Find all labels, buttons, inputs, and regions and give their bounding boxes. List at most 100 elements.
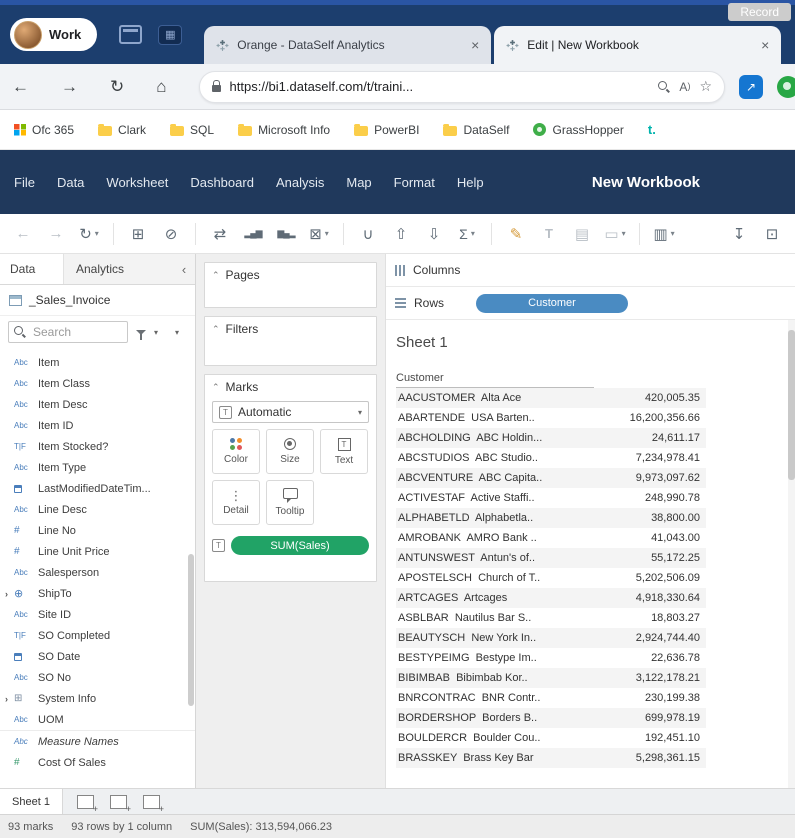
browser-tab-edit-workbook[interactable]: Edit | New Workbook [494, 26, 781, 64]
split-screen-icon[interactable] [739, 75, 763, 99]
download-icon[interactable] [726, 221, 752, 247]
field-item[interactable]: SO Date [0, 646, 195, 667]
highlight-icon[interactable] [503, 221, 529, 247]
workspaces-icon[interactable] [119, 25, 142, 44]
table-row[interactable]: BIBIMBAB Bibimbab Kor.. 3,122,178.21 [396, 668, 706, 688]
bookmark-item[interactable]: PowerBI [354, 123, 419, 137]
browser-tab-dataself[interactable]: Orange - DataSelf Analytics [204, 26, 491, 64]
refresh-icon[interactable]: ↻ [110, 78, 124, 95]
customer-cell[interactable]: ANTUNSWEST Antun's of.. [396, 552, 594, 564]
table-row[interactable]: ACTIVESTAF Active Staffi.. 248,990.78 [396, 488, 706, 508]
value-cell[interactable]: 699,978.19 [594, 712, 704, 724]
tab-data[interactable]: Data [0, 254, 64, 284]
pages-card[interactable]: Pages [204, 262, 377, 308]
table-row[interactable]: ABCVENTURE ABC Capita.. 9,973,097.62 [396, 468, 706, 488]
close-icon[interactable] [757, 37, 773, 53]
value-cell[interactable]: 4,918,330.64 [594, 592, 704, 604]
value-cell[interactable]: 22,636.78 [594, 652, 704, 664]
new-story-icon[interactable] [143, 795, 160, 809]
address-bar[interactable]: https://bi1.dataself.com/t/traini... [199, 71, 725, 103]
customer-cell[interactable]: BOULDERCR Boulder Cou.. [396, 732, 594, 744]
field-item[interactable]: Item Class [0, 373, 195, 394]
back-icon[interactable]: ← [12, 78, 29, 95]
value-cell[interactable]: 420,005.35 [594, 392, 704, 404]
lock-icon[interactable] [212, 85, 221, 92]
customer-cell[interactable]: BEAUTYSCH New York In.. [396, 632, 594, 644]
bookmark-item[interactable]: SQL [170, 123, 214, 137]
value-cell[interactable]: 7,234,978.41 [594, 452, 704, 464]
value-cell[interactable]: 248,990.78 [594, 492, 704, 504]
table-row[interactable]: BEAUTYSCH New York In.. 2,924,744.40 [396, 628, 706, 648]
rows-shelf[interactable]: Rows Customer [386, 287, 795, 320]
field-search-box[interactable] [8, 321, 128, 343]
bookmark-item[interactable]: Microsoft Info [238, 123, 330, 137]
collapse-caret-icon[interactable] [212, 382, 220, 393]
replay-icon[interactable] [76, 221, 102, 247]
menu-item[interactable]: Worksheet [106, 175, 168, 190]
showme-icon[interactable] [651, 221, 677, 247]
customer-cell[interactable]: BIBIMBAB Bibimbab Kor.. [396, 672, 594, 684]
value-cell[interactable]: 16,200,356.66 [594, 412, 704, 424]
value-cell[interactable]: 55,172.25 [594, 552, 704, 564]
sort-ascending-icon[interactable] [240, 221, 266, 247]
value-cell[interactable]: 3,122,178.21 [594, 672, 704, 684]
new-worksheet-icon[interactable] [77, 795, 94, 809]
bookmark-item[interactable]: GrassHopper [533, 123, 623, 137]
sort-descending-icon[interactable] [273, 221, 299, 247]
value-cell[interactable]: 24,611.17 [594, 432, 704, 444]
close-icon[interactable] [467, 37, 483, 53]
field-item[interactable]: UOM [0, 709, 195, 730]
field-item[interactable]: Cost Of Sales [0, 752, 195, 773]
profile-avatar[interactable] [14, 21, 42, 49]
menu-item[interactable]: Analysis [276, 175, 324, 190]
table-row[interactable]: ABCSTUDIOS ABC Studio.. 7,234,978.41 [396, 448, 706, 468]
mark-button[interactable]: Tooltip [266, 480, 314, 525]
value-cell[interactable]: 230,199.38 [594, 692, 704, 704]
home-icon[interactable]: ⌂ [156, 78, 166, 95]
field-item[interactable]: System Info [0, 688, 195, 709]
collapse-pane-icon[interactable] [173, 254, 195, 284]
field-item[interactable]: Item ID [0, 415, 195, 436]
menu-item[interactable]: Dashboard [190, 175, 254, 190]
field-item[interactable]: SO No [0, 667, 195, 688]
customer-cell[interactable]: AMROBANK AMRO Bank .. [396, 532, 594, 544]
fit-icon[interactable] [602, 221, 628, 247]
mark-button[interactable]: Detail [212, 480, 260, 525]
value-cell[interactable]: 5,298,361.15 [594, 752, 704, 764]
customer-cell[interactable]: BRASSKEY Brass Key Bar [396, 752, 594, 764]
field-item[interactable]: Item Type [0, 457, 195, 478]
filters-card[interactable]: Filters [204, 316, 377, 366]
mark-button[interactable]: Text [320, 429, 368, 474]
customer-cell[interactable]: ABCVENTURE ABC Capita.. [396, 472, 594, 484]
menu-item[interactable]: Map [346, 175, 371, 190]
customer-cell[interactable]: ALPHABETLD Alphabetla.. [396, 512, 594, 524]
customer-pill[interactable]: Customer [476, 294, 628, 313]
value-cell[interactable]: 38,800.00 [594, 512, 704, 524]
table-row[interactable]: ANTUNSWEST Antun's of.. 55,172.25 [396, 548, 706, 568]
customer-cell[interactable]: APOSTELSCH Church of T.. [396, 572, 594, 584]
field-item[interactable]: Item Stocked? [0, 436, 195, 457]
value-cell[interactable]: 18,803.27 [594, 612, 704, 624]
pause-updates-icon[interactable] [158, 221, 184, 247]
group-members-icon[interactable] [355, 221, 381, 247]
profile-button[interactable]: Work [10, 18, 97, 51]
field-item[interactable]: LastModifiedDateTim... [0, 478, 195, 499]
table-row[interactable]: BRASSKEY Brass Key Bar 5,298,361.15 [396, 748, 706, 768]
field-item[interactable]: Line No [0, 520, 195, 541]
menu-item[interactable]: Format [394, 175, 435, 190]
customer-cell[interactable]: BESTYPEIMG Bestype Im.. [396, 652, 594, 664]
format-icon[interactable] [569, 221, 595, 247]
bookmark-item[interactable]: Clark [98, 123, 146, 137]
table-row[interactable]: BESTYPEIMG Bestype Im.. 22,636.78 [396, 648, 706, 668]
mark-button[interactable]: Color [212, 429, 260, 474]
menu-item[interactable]: Help [457, 175, 484, 190]
customer-cell[interactable]: ACTIVESTAF Active Staffi.. [396, 492, 594, 504]
forward-icon[interactable]: → [61, 78, 78, 95]
new-datasource-icon[interactable] [125, 221, 151, 247]
value-cell[interactable]: 9,973,097.62 [594, 472, 704, 484]
field-item[interactable]: Measure Names [0, 730, 195, 752]
collapse-caret-icon[interactable] [212, 270, 220, 281]
table-row[interactable]: ASBLBAR Nautilus Bar S.. 18,803.27 [396, 608, 706, 628]
sheet-title[interactable]: Sheet 1 [396, 334, 795, 351]
field-item[interactable]: Line Unit Price [0, 541, 195, 562]
